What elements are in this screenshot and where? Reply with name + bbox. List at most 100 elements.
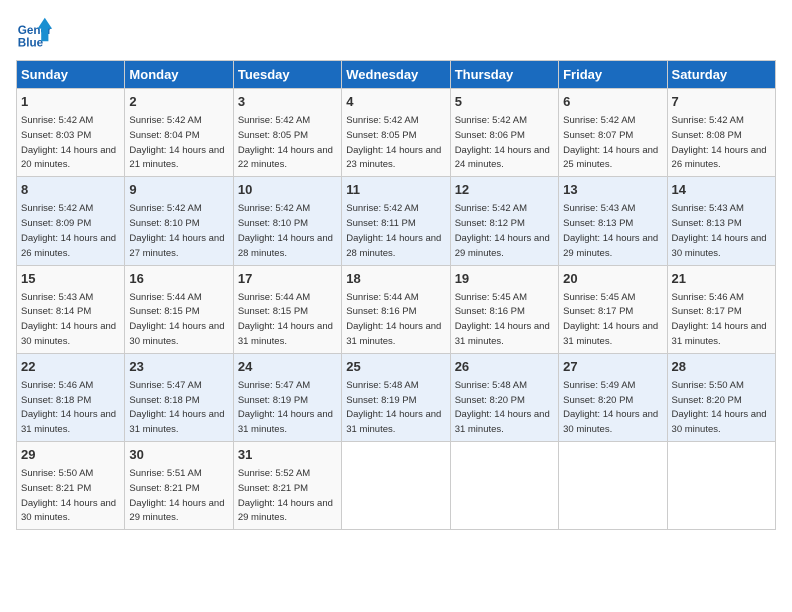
calendar-cell: 20 Sunrise: 5:45 AMSunset: 8:17 PMDaylig… bbox=[559, 265, 667, 353]
day-number: 22 bbox=[21, 358, 120, 376]
calendar-cell: 10 Sunrise: 5:42 AMSunset: 8:10 PMDaylig… bbox=[233, 177, 341, 265]
day-number: 5 bbox=[455, 93, 554, 111]
header: General Blue bbox=[16, 16, 776, 52]
day-info: Sunrise: 5:44 AMSunset: 8:15 PMDaylight:… bbox=[238, 292, 333, 347]
calendar-cell: 7 Sunrise: 5:42 AMSunset: 8:08 PMDayligh… bbox=[667, 89, 775, 177]
day-info: Sunrise: 5:42 AMSunset: 8:05 PMDaylight:… bbox=[238, 115, 333, 170]
calendar-cell: 2 Sunrise: 5:42 AMSunset: 8:04 PMDayligh… bbox=[125, 89, 233, 177]
day-info: Sunrise: 5:51 AMSunset: 8:21 PMDaylight:… bbox=[129, 468, 224, 523]
calendar-cell: 25 Sunrise: 5:48 AMSunset: 8:19 PMDaylig… bbox=[342, 353, 450, 441]
day-info: Sunrise: 5:45 AMSunset: 8:16 PMDaylight:… bbox=[455, 292, 550, 347]
header-saturday: Saturday bbox=[667, 61, 775, 89]
day-number: 2 bbox=[129, 93, 228, 111]
calendar-table: SundayMondayTuesdayWednesdayThursdayFrid… bbox=[16, 60, 776, 530]
calendar-week-2: 8 Sunrise: 5:42 AMSunset: 8:09 PMDayligh… bbox=[17, 177, 776, 265]
day-info: Sunrise: 5:42 AMSunset: 8:09 PMDaylight:… bbox=[21, 203, 116, 258]
day-info: Sunrise: 5:42 AMSunset: 8:10 PMDaylight:… bbox=[129, 203, 224, 258]
calendar-week-1: 1 Sunrise: 5:42 AMSunset: 8:03 PMDayligh… bbox=[17, 89, 776, 177]
calendar-cell: 27 Sunrise: 5:49 AMSunset: 8:20 PMDaylig… bbox=[559, 353, 667, 441]
calendar-cell: 17 Sunrise: 5:44 AMSunset: 8:15 PMDaylig… bbox=[233, 265, 341, 353]
day-info: Sunrise: 5:42 AMSunset: 8:06 PMDaylight:… bbox=[455, 115, 550, 170]
day-info: Sunrise: 5:48 AMSunset: 8:20 PMDaylight:… bbox=[455, 380, 550, 435]
day-number: 20 bbox=[563, 270, 662, 288]
day-number: 23 bbox=[129, 358, 228, 376]
calendar-cell: 3 Sunrise: 5:42 AMSunset: 8:05 PMDayligh… bbox=[233, 89, 341, 177]
calendar-cell: 5 Sunrise: 5:42 AMSunset: 8:06 PMDayligh… bbox=[450, 89, 558, 177]
calendar-cell: 9 Sunrise: 5:42 AMSunset: 8:10 PMDayligh… bbox=[125, 177, 233, 265]
day-info: Sunrise: 5:44 AMSunset: 8:16 PMDaylight:… bbox=[346, 292, 441, 347]
calendar-cell: 13 Sunrise: 5:43 AMSunset: 8:13 PMDaylig… bbox=[559, 177, 667, 265]
day-info: Sunrise: 5:47 AMSunset: 8:19 PMDaylight:… bbox=[238, 380, 333, 435]
day-info: Sunrise: 5:42 AMSunset: 8:11 PMDaylight:… bbox=[346, 203, 441, 258]
day-info: Sunrise: 5:43 AMSunset: 8:13 PMDaylight:… bbox=[672, 203, 767, 258]
day-number: 24 bbox=[238, 358, 337, 376]
calendar-cell: 22 Sunrise: 5:46 AMSunset: 8:18 PMDaylig… bbox=[17, 353, 125, 441]
day-info: Sunrise: 5:43 AMSunset: 8:13 PMDaylight:… bbox=[563, 203, 658, 258]
day-number: 31 bbox=[238, 446, 337, 464]
day-info: Sunrise: 5:42 AMSunset: 8:03 PMDaylight:… bbox=[21, 115, 116, 170]
day-number: 29 bbox=[21, 446, 120, 464]
calendar-cell: 24 Sunrise: 5:47 AMSunset: 8:19 PMDaylig… bbox=[233, 353, 341, 441]
header-wednesday: Wednesday bbox=[342, 61, 450, 89]
day-number: 15 bbox=[21, 270, 120, 288]
day-number: 28 bbox=[672, 358, 771, 376]
calendar-week-3: 15 Sunrise: 5:43 AMSunset: 8:14 PMDaylig… bbox=[17, 265, 776, 353]
calendar-cell bbox=[342, 442, 450, 530]
header-tuesday: Tuesday bbox=[233, 61, 341, 89]
day-number: 30 bbox=[129, 446, 228, 464]
day-info: Sunrise: 5:52 AMSunset: 8:21 PMDaylight:… bbox=[238, 468, 333, 523]
day-number: 19 bbox=[455, 270, 554, 288]
header-sunday: Sunday bbox=[17, 61, 125, 89]
calendar-cell: 21 Sunrise: 5:46 AMSunset: 8:17 PMDaylig… bbox=[667, 265, 775, 353]
calendar-cell: 8 Sunrise: 5:42 AMSunset: 8:09 PMDayligh… bbox=[17, 177, 125, 265]
calendar-cell: 11 Sunrise: 5:42 AMSunset: 8:11 PMDaylig… bbox=[342, 177, 450, 265]
day-info: Sunrise: 5:47 AMSunset: 8:18 PMDaylight:… bbox=[129, 380, 224, 435]
calendar-week-5: 29 Sunrise: 5:50 AMSunset: 8:21 PMDaylig… bbox=[17, 442, 776, 530]
day-number: 4 bbox=[346, 93, 445, 111]
day-number: 21 bbox=[672, 270, 771, 288]
header-friday: Friday bbox=[559, 61, 667, 89]
day-info: Sunrise: 5:42 AMSunset: 8:07 PMDaylight:… bbox=[563, 115, 658, 170]
calendar-cell: 16 Sunrise: 5:44 AMSunset: 8:15 PMDaylig… bbox=[125, 265, 233, 353]
day-number: 25 bbox=[346, 358, 445, 376]
day-number: 16 bbox=[129, 270, 228, 288]
calendar-cell: 1 Sunrise: 5:42 AMSunset: 8:03 PMDayligh… bbox=[17, 89, 125, 177]
day-number: 14 bbox=[672, 181, 771, 199]
day-info: Sunrise: 5:43 AMSunset: 8:14 PMDaylight:… bbox=[21, 292, 116, 347]
day-number: 13 bbox=[563, 181, 662, 199]
calendar-cell: 12 Sunrise: 5:42 AMSunset: 8:12 PMDaylig… bbox=[450, 177, 558, 265]
calendar-cell bbox=[667, 442, 775, 530]
calendar-cell: 19 Sunrise: 5:45 AMSunset: 8:16 PMDaylig… bbox=[450, 265, 558, 353]
day-info: Sunrise: 5:44 AMSunset: 8:15 PMDaylight:… bbox=[129, 292, 224, 347]
day-number: 9 bbox=[129, 181, 228, 199]
calendar-cell: 31 Sunrise: 5:52 AMSunset: 8:21 PMDaylig… bbox=[233, 442, 341, 530]
calendar-cell bbox=[450, 442, 558, 530]
calendar-header-row: SundayMondayTuesdayWednesdayThursdayFrid… bbox=[17, 61, 776, 89]
day-number: 12 bbox=[455, 181, 554, 199]
logo: General Blue bbox=[16, 16, 56, 52]
day-number: 3 bbox=[238, 93, 337, 111]
header-thursday: Thursday bbox=[450, 61, 558, 89]
calendar-cell: 29 Sunrise: 5:50 AMSunset: 8:21 PMDaylig… bbox=[17, 442, 125, 530]
calendar-cell: 14 Sunrise: 5:43 AMSunset: 8:13 PMDaylig… bbox=[667, 177, 775, 265]
day-number: 26 bbox=[455, 358, 554, 376]
day-info: Sunrise: 5:45 AMSunset: 8:17 PMDaylight:… bbox=[563, 292, 658, 347]
calendar-week-4: 22 Sunrise: 5:46 AMSunset: 8:18 PMDaylig… bbox=[17, 353, 776, 441]
day-number: 10 bbox=[238, 181, 337, 199]
day-number: 1 bbox=[21, 93, 120, 111]
header-monday: Monday bbox=[125, 61, 233, 89]
day-info: Sunrise: 5:48 AMSunset: 8:19 PMDaylight:… bbox=[346, 380, 441, 435]
day-number: 6 bbox=[563, 93, 662, 111]
day-info: Sunrise: 5:49 AMSunset: 8:20 PMDaylight:… bbox=[563, 380, 658, 435]
calendar-cell: 30 Sunrise: 5:51 AMSunset: 8:21 PMDaylig… bbox=[125, 442, 233, 530]
day-number: 18 bbox=[346, 270, 445, 288]
day-number: 7 bbox=[672, 93, 771, 111]
svg-text:Blue: Blue bbox=[18, 37, 44, 50]
day-info: Sunrise: 5:42 AMSunset: 8:12 PMDaylight:… bbox=[455, 203, 550, 258]
day-info: Sunrise: 5:50 AMSunset: 8:20 PMDaylight:… bbox=[672, 380, 767, 435]
day-info: Sunrise: 5:46 AMSunset: 8:18 PMDaylight:… bbox=[21, 380, 116, 435]
day-info: Sunrise: 5:42 AMSunset: 8:10 PMDaylight:… bbox=[238, 203, 333, 258]
calendar-cell: 4 Sunrise: 5:42 AMSunset: 8:05 PMDayligh… bbox=[342, 89, 450, 177]
calendar-cell bbox=[559, 442, 667, 530]
day-info: Sunrise: 5:42 AMSunset: 8:08 PMDaylight:… bbox=[672, 115, 767, 170]
